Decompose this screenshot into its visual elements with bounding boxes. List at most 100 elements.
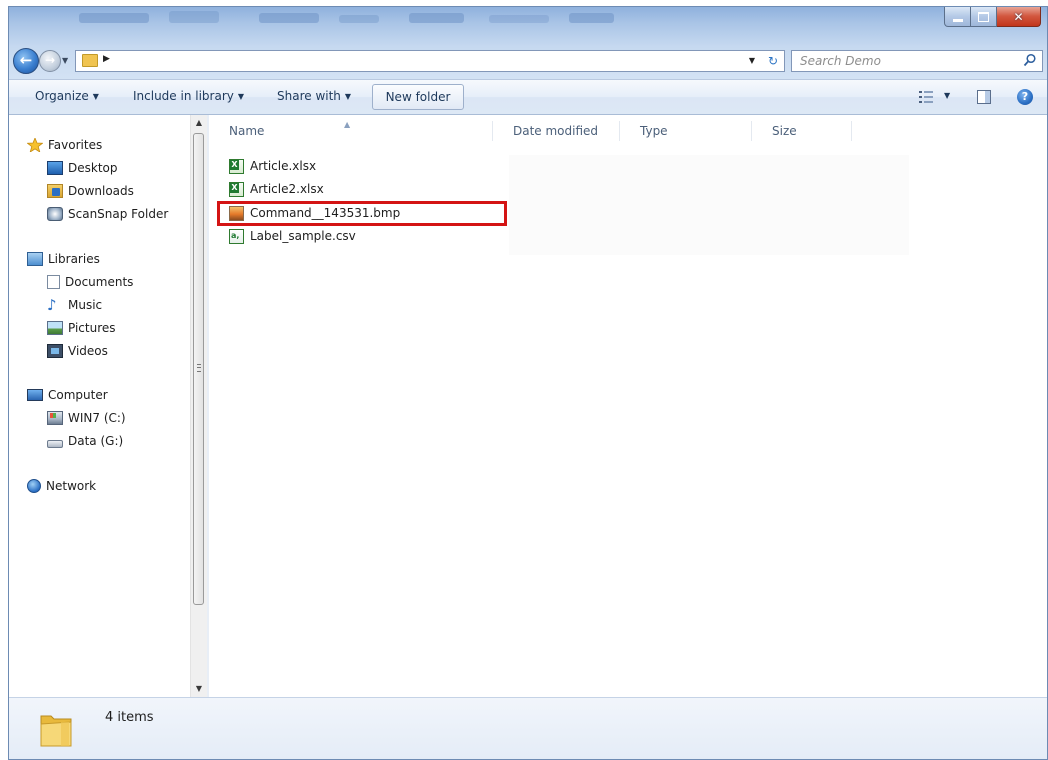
explorer-window: ✕ ← → ▼ ▶ ▼ ↻ Search Demo Organize ▼ Inc… [8, 6, 1048, 760]
scansnap-icon [47, 207, 63, 221]
organize-menu[interactable]: Organize ▼ [35, 89, 99, 103]
desktop-icon [47, 161, 63, 175]
chevron-down-icon: ▼ [237, 92, 245, 101]
nav-favorites[interactable]: Favorites [27, 135, 102, 155]
nav-desktop-label: Desktop [68, 161, 118, 175]
highlight-box [217, 201, 507, 226]
downloads-icon [47, 184, 63, 198]
column-header-date-label: Date modified [513, 124, 599, 138]
refresh-button[interactable]: ↻ [764, 53, 782, 69]
search-box[interactable]: Search Demo [791, 50, 1043, 72]
column-header-name-label: Name [229, 124, 265, 138]
share-with-label: Share with [277, 89, 341, 103]
nav-libraries[interactable]: Libraries [27, 249, 100, 269]
column-header-type[interactable]: Type [620, 121, 752, 141]
help-icon[interactable]: ? [1017, 89, 1033, 105]
nav-videos[interactable]: Videos [47, 341, 108, 361]
file-name: Article2.xlsx [250, 182, 324, 196]
maximize-button[interactable] [971, 7, 997, 27]
forward-button[interactable]: → [39, 50, 61, 72]
search-input[interactable]: Search Demo [800, 54, 881, 68]
nav-drive-g-label: Data (G:) [68, 434, 124, 448]
nav-drive-g[interactable]: Data (G:) [47, 431, 123, 451]
list-background [509, 155, 909, 255]
nav-music[interactable]: ♪ Music [47, 295, 102, 315]
network-icon [27, 479, 41, 493]
file-name: Label_sample.csv [250, 229, 356, 243]
command-bar: Organize ▼ Include in library ▼ Share with… [9, 79, 1047, 115]
navigation-scrollbar[interactable]: ▲ ▼ [190, 115, 207, 697]
nav-scansnap-folder[interactable]: ScanSnap Folder [47, 204, 168, 224]
nav-computer[interactable]: Computer [27, 385, 108, 405]
breadcrumb-chevron-icon[interactable]: ▶ [103, 54, 110, 64]
column-header-date-modified[interactable]: Date modified [493, 121, 620, 141]
column-header-size[interactable]: Size [752, 121, 852, 141]
navigation-pane: Favorites Desktop Downloads ScanSnap Fol… [9, 115, 189, 697]
minimize-button[interactable] [944, 7, 971, 27]
excel-file-icon [229, 158, 244, 174]
column-header-type-label: Type [640, 124, 668, 138]
window-controls: ✕ [944, 7, 1041, 29]
nav-scansnap-label: ScanSnap Folder [68, 207, 169, 221]
close-button[interactable]: ✕ [997, 7, 1041, 27]
file-list: Name ▲ Date modified Type Size Article.x… [209, 115, 1047, 697]
share-with-menu[interactable]: Share with ▼ [277, 89, 351, 103]
search-icon[interactable] [1023, 53, 1037, 67]
preview-pane-icon[interactable] [977, 90, 991, 104]
csv-file-icon [229, 228, 244, 244]
computer-icon [27, 389, 43, 401]
navigation-row: ← → ▼ ▶ ▼ ↻ Search Demo [9, 47, 1047, 75]
nav-videos-label: Videos [68, 344, 108, 358]
nav-documents[interactable]: Documents [47, 272, 133, 292]
nav-drive-c[interactable]: WIN7 (C:) [47, 408, 126, 428]
nav-documents-label: Documents [65, 275, 134, 289]
item-count: 4 items [105, 710, 154, 725]
details-pane: 4 items [9, 697, 1047, 759]
change-view-icon[interactable] [919, 90, 933, 104]
back-button[interactable]: ← [13, 48, 39, 74]
file-row[interactable]: Label_sample.csv [229, 225, 356, 247]
close-icon: ✕ [1013, 9, 1024, 24]
star-icon [27, 138, 43, 152]
organize-label: Organize [35, 89, 89, 103]
scroll-up-arrow-icon[interactable]: ▲ [191, 115, 207, 131]
sort-ascending-icon: ▲ [344, 120, 351, 129]
file-name: Article.xlsx [250, 159, 317, 173]
drive-icon [47, 439, 63, 448]
libraries-icon [27, 252, 43, 266]
nav-downloads-label: Downloads [68, 184, 134, 198]
nav-favorites-label: Favorites [48, 138, 103, 152]
scrollbar-thumb[interactable] [193, 133, 204, 605]
file-row[interactable]: Article2.xlsx [229, 178, 324, 200]
back-arrow-icon: ← [19, 51, 33, 69]
maximize-icon [978, 11, 989, 22]
address-bar[interactable]: ▶ ▼ ↻ [75, 50, 785, 72]
recent-locations-button[interactable]: ▼ [62, 56, 70, 66]
include-in-library-menu[interactable]: Include in library ▼ [133, 89, 244, 103]
file-row[interactable]: Article.xlsx [229, 155, 316, 177]
nav-network[interactable]: Network [27, 476, 96, 496]
pictures-icon [47, 321, 63, 335]
scroll-down-arrow-icon[interactable]: ▼ [191, 681, 207, 697]
nav-desktop[interactable]: Desktop [47, 158, 118, 178]
address-dropdown-button[interactable]: ▼ [744, 51, 760, 71]
music-note-icon: ♪ [47, 296, 57, 314]
forward-arrow-icon: → [44, 53, 56, 67]
folder-icon [40, 715, 72, 747]
chevron-down-icon: ▼ [344, 92, 352, 101]
minimize-icon [952, 18, 963, 22]
chevron-down-icon: ▼ [92, 92, 99, 101]
title-bar[interactable]: ✕ ← → ▼ ▶ ▼ ↻ Search Demo [9, 7, 1047, 79]
grip-icon [197, 364, 201, 372]
column-header-name[interactable]: Name ▲ [209, 120, 493, 141]
new-folder-button[interactable]: New folder [372, 84, 464, 110]
videos-icon [47, 344, 63, 358]
refresh-icon: ↻ [767, 54, 779, 68]
nav-pictures[interactable]: Pictures [47, 318, 116, 338]
view-options-chevron-icon[interactable]: ▼ [944, 91, 950, 100]
system-drive-icon [47, 411, 63, 425]
nav-downloads[interactable]: Downloads [47, 181, 134, 201]
nav-pictures-label: Pictures [68, 321, 116, 335]
excel-file-icon [229, 181, 244, 197]
nav-libraries-label: Libraries [48, 252, 100, 266]
